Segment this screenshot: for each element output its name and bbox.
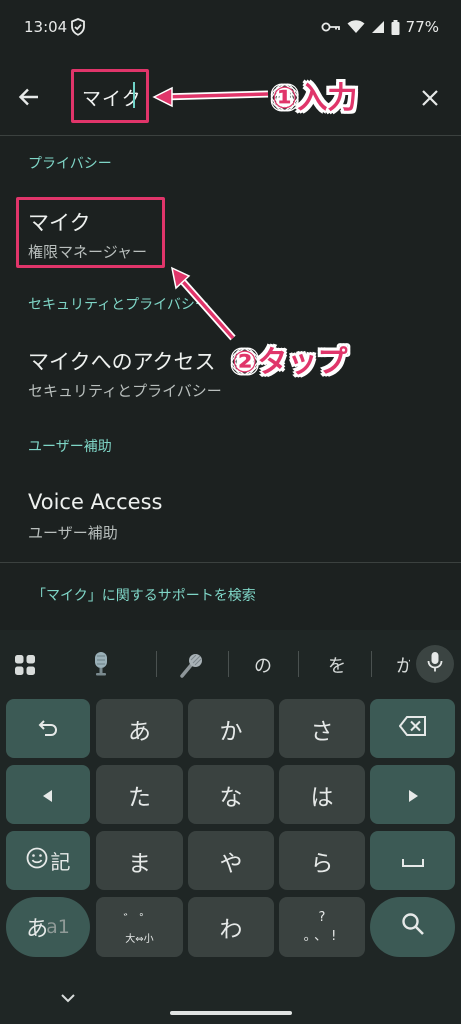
- space-icon: [401, 848, 424, 874]
- mic-icon: [427, 651, 443, 677]
- studio-mic-icon[interactable]: [92, 651, 110, 681]
- suggestion-item[interactable]: か: [396, 652, 410, 678]
- backspace-icon: [398, 715, 427, 742]
- right-triangle-icon: [408, 782, 418, 808]
- key-ra[interactable]: ら: [279, 831, 365, 890]
- shield-icon: [70, 18, 86, 40]
- close-icon[interactable]: [414, 82, 446, 114]
- chevron-down-icon[interactable]: [60, 988, 76, 1007]
- punct-top: ?: [318, 910, 326, 925]
- suggestion-separator: [371, 651, 372, 677]
- key-ka[interactable]: か: [188, 699, 274, 758]
- gesture-nav-handle[interactable]: [170, 1011, 292, 1015]
- emoji-key-label: 記: [50, 850, 71, 874]
- key-ya[interactable]: や: [188, 831, 274, 890]
- search-key[interactable]: [370, 897, 455, 957]
- key-icon: [321, 21, 341, 33]
- suggestion-separator: [156, 651, 157, 677]
- result-title: マイクへのアクセス: [28, 350, 216, 374]
- space-key[interactable]: [370, 831, 455, 890]
- search-icon: [401, 912, 425, 942]
- back-arrow-icon[interactable]: [12, 80, 46, 114]
- dakuten-label: 大⇔小: [125, 934, 154, 945]
- status-time: 13:04: [24, 18, 68, 36]
- text-caret: [133, 82, 135, 108]
- result-subtitle: セキュリティとプライバシー: [28, 382, 222, 400]
- annotation-step-2: ②タップ: [232, 345, 348, 380]
- wifi-icon: [347, 20, 365, 34]
- backspace-key[interactable]: [370, 699, 455, 758]
- result-item-voice-access[interactable]: Voice Access ユーザー補助: [16, 484, 446, 554]
- key-ha[interactable]: は: [279, 765, 365, 824]
- divider: [0, 135, 461, 136]
- battery-icon: [391, 19, 400, 35]
- result-title: Voice Access: [28, 490, 163, 514]
- punct-bottom: 。、!: [303, 929, 341, 944]
- mode-key-main: あ: [26, 917, 49, 942]
- dakuten-symbols: ゛゜: [123, 913, 156, 928]
- suggestion-separator: [298, 651, 299, 677]
- apps-grid-icon[interactable]: [14, 654, 36, 680]
- emoji-symbol-key[interactable]: 記: [6, 831, 90, 890]
- undo-key[interactable]: [6, 699, 90, 758]
- section-header-security: セキュリティとプライバシー: [28, 297, 209, 313]
- keyboard: [0, 630, 461, 1024]
- suggestion-item[interactable]: を: [328, 652, 346, 678]
- divider: [0, 562, 461, 563]
- signal-icon: [371, 20, 385, 34]
- support-search-link[interactable]: 「マイク」に関するサポートを検索: [32, 585, 256, 605]
- annotation-step-1: ①入力: [272, 81, 358, 116]
- cursor-right-key[interactable]: [370, 765, 455, 824]
- mode-key-sub: a1: [46, 916, 70, 938]
- suggestion-item[interactable]: の: [254, 652, 272, 678]
- punctuation-key[interactable]: ? 。、!: [279, 897, 365, 957]
- section-header-privacy: プライバシー: [28, 156, 112, 172]
- voice-input-button[interactable]: [416, 645, 454, 683]
- microphone-emoji-icon[interactable]: [178, 652, 204, 682]
- key-ma[interactable]: ま: [96, 831, 183, 890]
- cursor-left-key[interactable]: [6, 765, 90, 824]
- key-a[interactable]: あ: [96, 699, 183, 758]
- key-wa[interactable]: わ: [188, 897, 274, 957]
- key-sa[interactable]: さ: [279, 699, 365, 758]
- status-icons: 77%: [321, 18, 439, 36]
- dakuten-key[interactable]: ゛゜ 大⇔小: [96, 897, 183, 957]
- key-na[interactable]: な: [188, 765, 274, 824]
- undo-icon: [38, 716, 58, 742]
- left-triangle-icon: [43, 782, 53, 808]
- section-header-accessibility: ユーザー補助: [28, 439, 112, 455]
- suggestion-separator: [228, 651, 229, 677]
- result-subtitle: ユーザー補助: [28, 524, 118, 542]
- input-mode-key[interactable]: あ a1: [6, 897, 90, 957]
- key-ta[interactable]: た: [96, 765, 183, 824]
- battery-percent: 77%: [405, 18, 439, 36]
- highlight-box: [16, 197, 165, 268]
- smiley-icon: [26, 847, 48, 875]
- result-item-mic-access[interactable]: マイクへのアクセス セキュリティとプライバシー: [16, 340, 446, 410]
